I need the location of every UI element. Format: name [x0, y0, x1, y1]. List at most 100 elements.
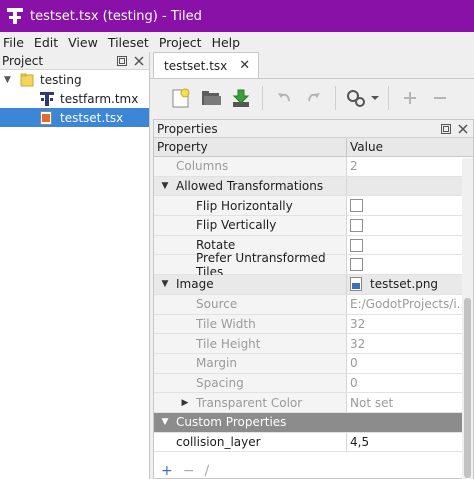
property-value: E:/GodotProjects/i... — [350, 297, 469, 312]
save-download-icon[interactable] — [226, 83, 256, 113]
flip-horizontally-checkbox[interactable] — [350, 199, 363, 213]
properties-footer-tools: + − ∕ — [153, 463, 474, 479]
table-row[interactable]: Flip Vertically — [154, 216, 473, 236]
table-row[interactable]: ▶ Transparent Color Not set — [154, 393, 473, 413]
property-name: Columns — [154, 157, 347, 176]
menu-tileset[interactable]: Tileset — [103, 35, 154, 50]
project-panel-title: Project — [2, 53, 44, 68]
close-panel-icon[interactable] — [132, 54, 146, 68]
float-panel-icon[interactable] — [439, 122, 453, 136]
close-panel-icon[interactable] — [456, 122, 470, 136]
image-file-icon — [350, 277, 362, 292]
tree-item-testfarm[interactable]: testfarm.tmx — [0, 89, 149, 108]
menu-file[interactable]: File — [0, 35, 29, 50]
menu-project[interactable]: Project — [154, 35, 207, 50]
editor-area: testset.tsx ✕ Properties Property Value … — [150, 52, 474, 479]
table-row[interactable]: Spacing 0 — [154, 373, 473, 394]
property-value[interactable]: 4,5 — [347, 433, 473, 452]
document-tabs: testset.tsx ✕ — [150, 52, 474, 79]
property-value — [347, 176, 473, 196]
table-row[interactable]: Margin 0 — [154, 353, 473, 374]
tree-item-testing[interactable]: ▼ testing — [0, 70, 149, 89]
tree-item-testset[interactable]: testset.tsx — [0, 108, 149, 127]
property-value: 0 — [350, 356, 358, 371]
remove-icon[interactable] — [425, 83, 455, 113]
property-name: Transparent Color — [196, 395, 303, 410]
rename-property-icon[interactable]: ∕ — [204, 463, 209, 479]
vertical-scrollbar[interactable] — [462, 158, 473, 479]
value-column-header[interactable]: Value — [347, 138, 383, 156]
rotate-checkbox[interactable] — [350, 238, 363, 252]
property-value: Not set — [350, 395, 394, 410]
add-icon[interactable] — [395, 83, 425, 113]
table-row[interactable]: ▼ Image testset.png — [154, 275, 473, 295]
property-name: Flip Vertically — [154, 216, 347, 235]
property-name: Source — [154, 294, 347, 314]
property-value: 0 — [350, 375, 358, 390]
property-value: 32 — [350, 316, 366, 331]
project-panel-header: Project — [0, 52, 149, 70]
expand-arrow-icon[interactable]: ▶ — [174, 398, 196, 408]
properties-panel: Properties Property Value Columns 2 ▼ All… — [153, 119, 474, 479]
property-name: Tile Width — [154, 314, 347, 334]
property-name: Spacing — [154, 373, 347, 393]
table-row[interactable]: Tile Height 32 — [154, 334, 473, 354]
window-title: testset.tsx (testing) - Tiled — [30, 8, 202, 24]
property-name: Margin — [154, 353, 347, 373]
table-row[interactable]: collision_layer 4,5 — [154, 432, 473, 453]
table-row[interactable]: Tile Width 32 — [154, 314, 473, 335]
tree-item-label: testing — [40, 72, 82, 87]
tab-testset[interactable]: testset.tsx ✕ — [153, 52, 260, 78]
property-name: Flip Horizontally — [154, 196, 347, 216]
collapse-arrow-icon[interactable]: ▼ — [4, 75, 14, 85]
menu-help[interactable]: Help — [207, 35, 246, 50]
table-row[interactable]: Flip Horizontally — [154, 196, 473, 217]
property-name: Allowed Transformations — [176, 179, 324, 194]
toolbar-separator — [388, 86, 389, 110]
menu-bar: File Edit View Tileset Project Help — [0, 32, 474, 52]
open-folder-icon[interactable] — [196, 83, 226, 113]
properties-table-header: Property Value — [154, 138, 473, 157]
table-row[interactable]: ▼ Allowed Transformations — [154, 176, 473, 197]
toolbar-separator — [262, 86, 263, 110]
table-row[interactable]: ▼ Custom Properties — [154, 412, 473, 433]
tiled-app-icon — [6, 7, 24, 25]
tileset-file-icon — [40, 110, 52, 125]
table-row[interactable]: Source E:/GodotProjects/i... — [154, 294, 473, 315]
property-name: collision_layer — [154, 432, 347, 452]
folder-icon — [20, 73, 34, 87]
property-value: 2 — [350, 159, 358, 174]
tree-item-label: testset.tsx — [60, 110, 124, 125]
collapse-arrow-icon[interactable]: ▼ — [154, 417, 176, 427]
new-tileset-icon[interactable] — [166, 83, 196, 113]
collapse-arrow-icon[interactable]: ▼ — [154, 279, 176, 289]
scrollbar-thumb[interactable] — [464, 298, 471, 478]
collapse-arrow-icon[interactable]: ▼ — [154, 181, 176, 191]
properties-panel-header: Properties — [154, 120, 473, 138]
property-value: testset.png — [370, 277, 439, 292]
remove-property-icon[interactable]: − — [183, 463, 195, 479]
menu-edit[interactable]: Edit — [29, 35, 63, 50]
redo-icon[interactable] — [299, 83, 329, 113]
flip-vertically-checkbox[interactable] — [350, 218, 363, 232]
property-name: Prefer Untransformed Tiles — [154, 251, 347, 279]
menu-view[interactable]: View — [63, 35, 103, 50]
add-property-icon[interactable]: + — [161, 463, 173, 479]
property-value: 32 — [350, 336, 366, 351]
table-row[interactable]: Prefer Untransformed Tiles — [154, 251, 473, 279]
property-name: Tile Height — [154, 334, 347, 353]
map-file-icon — [40, 91, 54, 106]
close-tab-icon[interactable]: ✕ — [239, 58, 250, 73]
property-value — [347, 412, 473, 432]
property-column-header[interactable]: Property — [154, 138, 347, 156]
undo-icon[interactable] — [269, 83, 299, 113]
property-name: Custom Properties — [176, 415, 287, 430]
table-row[interactable]: Columns 2 — [154, 157, 473, 177]
tileset-toolbar — [150, 79, 474, 117]
tree-item-label: testfarm.tmx — [60, 91, 139, 106]
float-panel-icon[interactable] — [115, 54, 129, 68]
project-panel: Project ▼ testing testfarm.tmx testset.t… — [0, 52, 150, 479]
settings-dropdown-icon[interactable] — [342, 83, 382, 113]
property-name: Image — [176, 277, 214, 292]
prefer-untransformed-checkbox[interactable] — [350, 258, 363, 272]
